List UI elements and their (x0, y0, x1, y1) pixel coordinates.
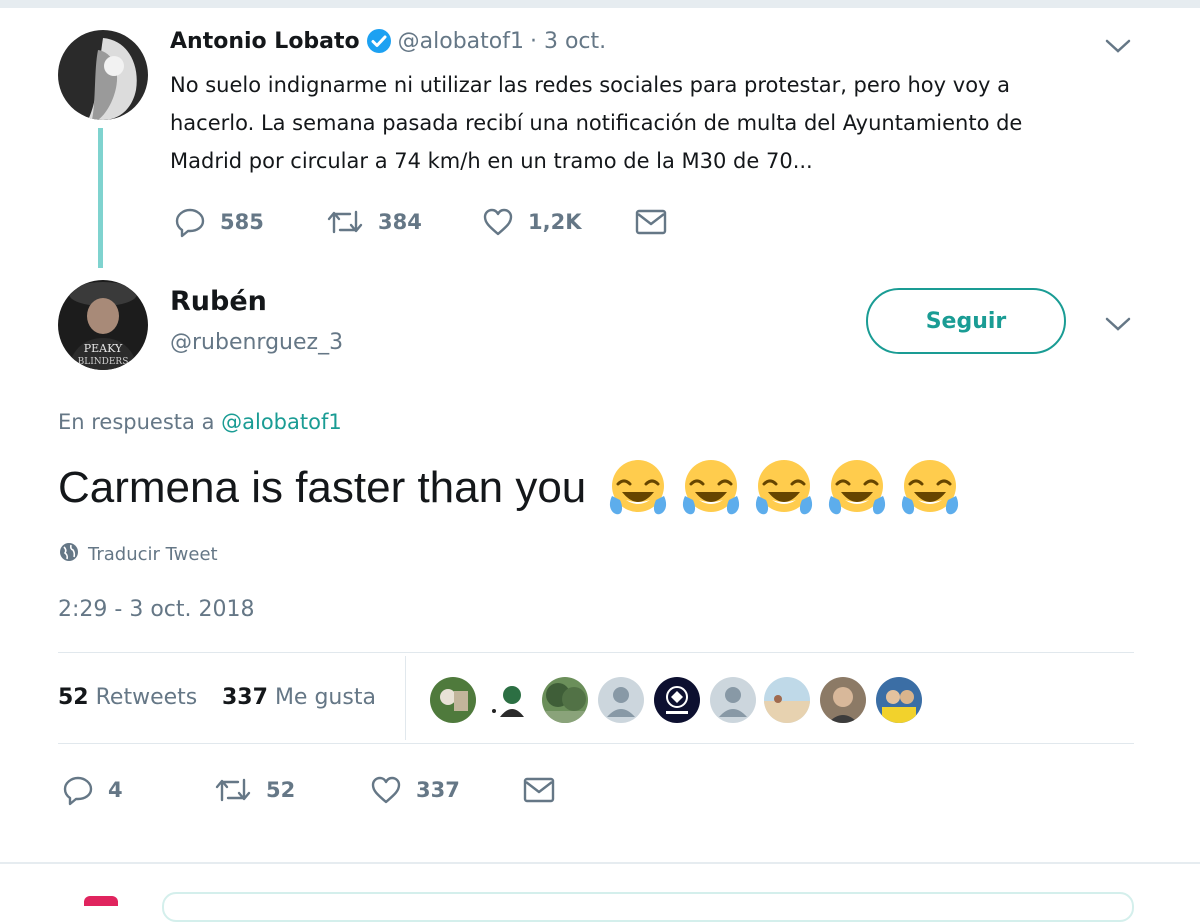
translate-label: Traducir Tweet (88, 544, 218, 565)
retweet-icon (214, 774, 252, 806)
main-display-name[interactable]: Rubén (170, 286, 267, 317)
parent-retweet-action[interactable]: 384 (326, 206, 422, 238)
translate-tweet-link[interactable]: Traducir Tweet (58, 541, 218, 568)
avatar-ruben[interactable]: PEAKY BLINDERS (58, 280, 148, 370)
footer-divider (0, 862, 1200, 864)
reply-context-prefix: En respuesta a (58, 410, 215, 434)
liker-avatar[interactable] (820, 677, 866, 723)
parent-more-chevron-icon[interactable] (1104, 36, 1132, 56)
dm-action[interactable] (522, 774, 556, 806)
liker-avatar[interactable] (486, 677, 532, 723)
envelope-icon (522, 774, 556, 806)
reply-context: En respuesta a @alobatof1 (58, 410, 342, 434)
heart-icon (370, 774, 402, 806)
liker-avatar[interactable] (430, 677, 476, 723)
retweet-icon (326, 206, 364, 238)
retweet-count: 52 (266, 778, 296, 802)
retweet-action[interactable]: 52 (214, 774, 295, 806)
parent-text-line-3: Madrid por circular a 74 km/h en un tram… (170, 149, 813, 173)
liker-avatar-default[interactable] (598, 677, 644, 723)
main-tweet-text-row: Carmena is faster than you (58, 456, 962, 520)
reply-context-mention-link[interactable]: @alobatof1 (221, 410, 342, 434)
reply-avatar-partial (84, 896, 118, 906)
likes-label: Me gusta (274, 685, 376, 710)
retweets-number: 52 (58, 685, 89, 710)
tears-of-joy-emoji-icon (829, 460, 886, 515)
parent-reply-action[interactable]: 585 (174, 206, 264, 238)
parent-display-name[interactable]: Antonio Lobato (170, 29, 360, 54)
verified-badge-icon (366, 28, 392, 54)
parent-like-count: 1,2K (528, 210, 582, 234)
heart-icon (482, 206, 514, 238)
parent-tweet-text: No suelo indignarme ni utilizar las rede… (170, 66, 1022, 180)
parent-date[interactable]: · 3 oct. (530, 29, 606, 54)
stats-top-divider (58, 652, 1134, 653)
tears-of-joy-emoji-icon (683, 460, 740, 515)
tears-of-joy-emoji-icon (902, 460, 959, 515)
liker-avatar[interactable] (876, 677, 922, 723)
liker-avatar[interactable] (542, 677, 588, 723)
parent-like-action[interactable]: 1,2K (482, 206, 581, 238)
main-more-chevron-icon[interactable] (1104, 314, 1132, 334)
main-handle[interactable]: @rubenrguez_3 (170, 330, 343, 355)
retweets-stat[interactable]: 52 Retweets (58, 685, 197, 710)
retweets-label: Retweets (95, 685, 198, 710)
tears-of-joy-emoji-icon (610, 460, 667, 515)
like-action[interactable]: 337 (370, 774, 460, 806)
follow-button[interactable]: Seguir (866, 288, 1066, 354)
svg-text:PEAKY: PEAKY (84, 342, 123, 355)
parent-dm-action[interactable] (634, 206, 668, 238)
envelope-icon (634, 206, 668, 238)
svg-text:BLINDERS: BLINDERS (78, 357, 129, 367)
parent-text-line-2: hacerlo. La semana pasada recibí una not… (170, 111, 1023, 135)
likes-number: 337 (222, 685, 268, 710)
parent-reply-count: 585 (220, 210, 264, 234)
reply-action[interactable]: 4 (62, 774, 123, 806)
like-count: 337 (416, 778, 460, 802)
reply-icon (174, 206, 206, 238)
liker-avatar[interactable] (654, 677, 700, 723)
reply-icon (62, 774, 94, 806)
emoji-row (606, 456, 962, 520)
reply-count: 4 (108, 778, 123, 802)
reply-compose-box[interactable] (162, 892, 1134, 922)
parent-handle[interactable]: @alobatof1 (398, 29, 524, 54)
parent-text-line-1: No suelo indignarme ni utilizar las rede… (170, 73, 1011, 97)
likes-stat[interactable]: 337 Me gusta (222, 685, 376, 710)
main-tweet-text: Carmena is faster than you (58, 463, 587, 512)
avatar-antonio-lobato[interactable] (58, 30, 148, 120)
liker-avatar[interactable] (764, 677, 810, 723)
thread-connector-line (98, 128, 103, 268)
tears-of-joy-emoji-icon (756, 460, 813, 515)
stats-vertical-divider (405, 656, 406, 740)
parent-retweet-count: 384 (378, 210, 422, 234)
globe-icon (58, 541, 80, 568)
tweet-timestamp[interactable]: 2:29 - 3 oct. 2018 (58, 597, 254, 622)
top-divider-strip (0, 0, 1200, 8)
liker-avatar-default[interactable] (710, 677, 756, 723)
stats-bottom-divider (58, 743, 1134, 744)
